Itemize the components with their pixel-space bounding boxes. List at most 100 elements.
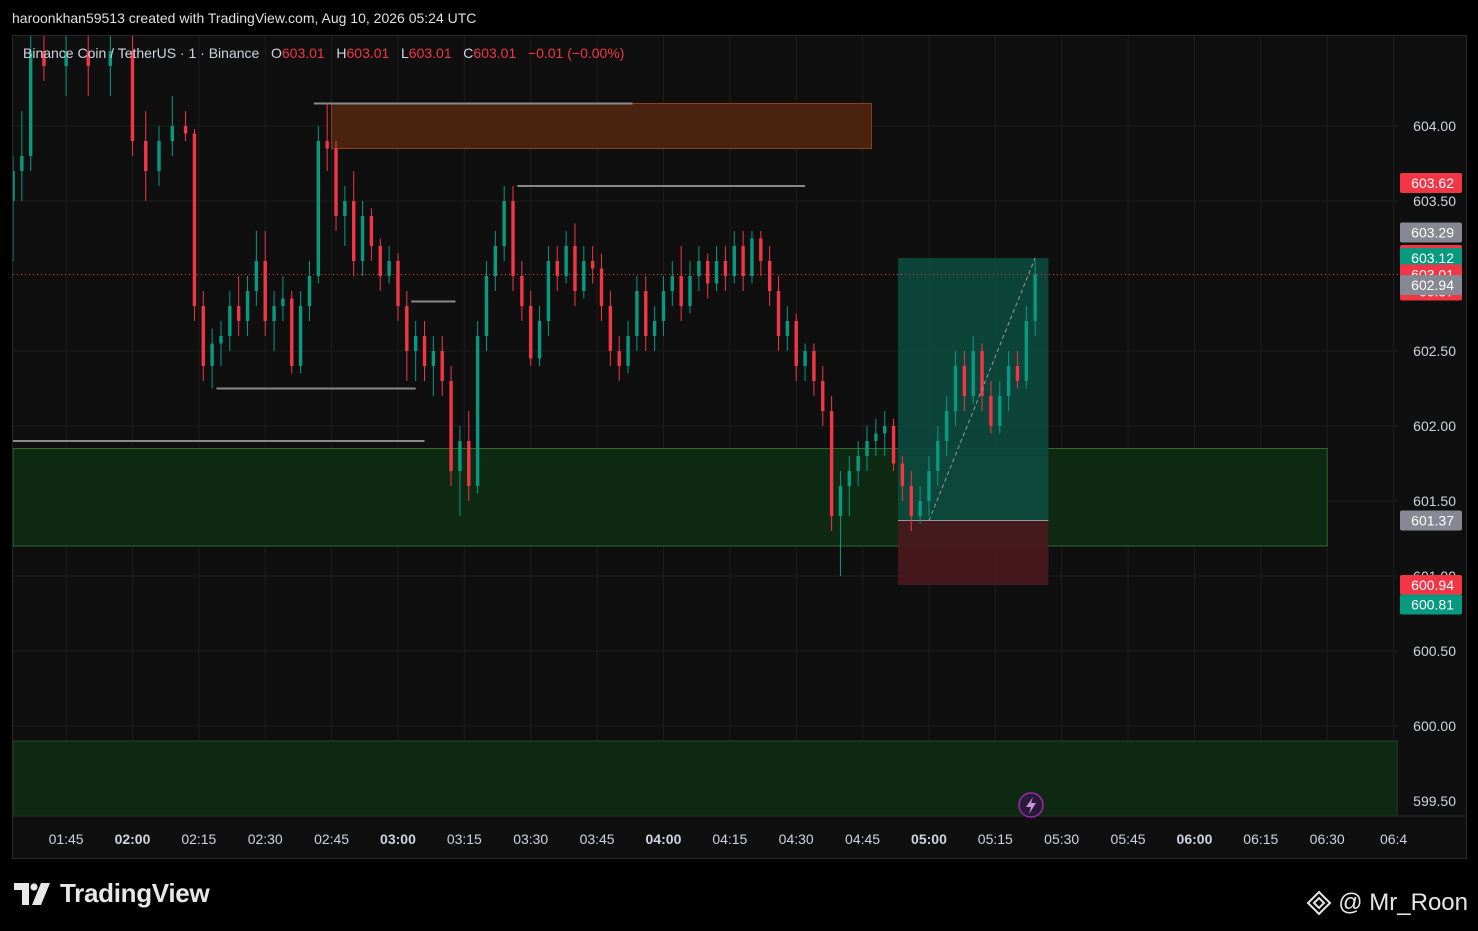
candle: [298, 291, 303, 374]
candle: [378, 238, 382, 291]
time-tick-label: 05:00: [911, 831, 947, 847]
candle: [272, 291, 276, 351]
candle: [307, 261, 312, 321]
candle-body: [838, 486, 843, 516]
candle: [405, 291, 409, 381]
candle: [644, 276, 648, 351]
candle-body: [529, 306, 533, 359]
price-tick-label: 600.50: [1413, 643, 1456, 659]
time-tick-label: 03:15: [447, 831, 482, 847]
zone-rectangle: [331, 103, 872, 149]
symbol-legend: Binance Coin / TetherUS · 1 · Binance O 6…: [23, 45, 624, 61]
candle-body: [281, 298, 285, 306]
candle: [794, 313, 798, 381]
candle: [803, 343, 807, 381]
close-value: 603.01: [473, 45, 517, 61]
candle-body: [927, 471, 931, 501]
candle-body: [679, 276, 683, 306]
candle: [537, 306, 542, 366]
time-tick-label: 04:00: [646, 831, 682, 847]
candle-body: [590, 261, 595, 269]
candle: [714, 246, 719, 291]
candle-body: [608, 306, 613, 351]
chart-header: haroonkhan59513 created with TradingView…: [12, 10, 477, 26]
price-label: 600.81: [1400, 594, 1462, 615]
price-tick-label: 599.50: [1413, 793, 1456, 809]
candle-body: [20, 156, 24, 171]
candle-body: [290, 298, 294, 366]
price-tick-label: 603.50: [1413, 193, 1456, 209]
time-tick-label: 06:4: [1380, 831, 1407, 847]
price-label: 601.37: [1400, 510, 1462, 531]
price-label: 600.94: [1400, 575, 1462, 595]
candle: [413, 321, 418, 381]
price-label-text: 600.94: [1411, 577, 1454, 593]
candle-body: [874, 433, 878, 441]
symbol-name[interactable]: Binance Coin / TetherUS · 1 · Binance: [23, 45, 259, 61]
chart-panel[interactable]: 604.00603.50602.50602.00601.50601.00600.…: [11, 35, 1467, 859]
candle: [493, 231, 498, 291]
candle: [290, 291, 294, 374]
candle-body: [1024, 321, 1029, 381]
candle: [263, 231, 267, 336]
candle-body: [759, 238, 763, 261]
candle-body: [272, 306, 276, 321]
candle-body: [812, 351, 816, 381]
candle: [343, 186, 347, 246]
candle: [431, 336, 436, 396]
candle-body: [307, 276, 312, 306]
price-tick-label: 601.50: [1413, 493, 1456, 509]
zone-rectangle: [12, 448, 1328, 547]
candle-body: [511, 201, 515, 276]
candle-body: [971, 351, 975, 396]
candle-body: [334, 148, 338, 216]
candle-body: [360, 216, 365, 261]
candle-body: [661, 291, 666, 321]
candle-body: [449, 381, 453, 471]
open-label: O: [270, 45, 282, 61]
candle-body: [396, 261, 400, 306]
candle-body: [28, 51, 33, 156]
candle-body: [502, 201, 506, 246]
candle: [201, 291, 205, 381]
candle-body: [157, 141, 161, 171]
candle-body: [944, 411, 949, 441]
candle-body: [493, 246, 498, 276]
grid-lines: [13, 36, 1398, 816]
time-tick-label: 02:30: [248, 831, 283, 847]
candle-body: [989, 396, 993, 426]
candle-body: [626, 336, 630, 366]
time-tick-label: 02:15: [181, 831, 216, 847]
price-label-text: 603.12: [1411, 250, 1454, 266]
candle: [440, 336, 444, 396]
candle: [316, 126, 321, 284]
time-axis: 01:45 02:00 02:15 02:30 02:45 03:00 03:15 03:30…: [13, 815, 1466, 858]
tradingview-brand: TradingView: [14, 878, 210, 909]
high-label: H: [336, 45, 347, 61]
candle: [170, 96, 174, 156]
candle-body: [821, 381, 825, 411]
candle: [396, 253, 400, 321]
candle-body: [670, 276, 675, 291]
candle-body: [170, 126, 174, 141]
candle-body: [573, 246, 577, 291]
price-label-text: 601.37: [1411, 513, 1454, 529]
candle-body: [900, 463, 905, 486]
candle: [582, 246, 586, 299]
candle: [688, 261, 692, 314]
lightning-icon[interactable]: [1018, 792, 1044, 818]
candle-body: [856, 456, 860, 471]
time-tick-label: 06:15: [1243, 831, 1278, 847]
candle-body: [484, 276, 489, 336]
candle: [520, 261, 524, 321]
candle: [352, 171, 356, 276]
price-chart[interactable]: 604.00603.50602.50602.00601.50601.00600.…: [11, 36, 1466, 858]
candle: [617, 336, 621, 381]
candle-body: [582, 261, 586, 291]
price-label: 603.62: [1400, 173, 1462, 193]
candle-body: [537, 321, 542, 359]
candle-body: [847, 471, 852, 486]
candle: [546, 246, 551, 336]
time-tick-label: 04:15: [712, 831, 747, 847]
candle: [325, 103, 329, 171]
